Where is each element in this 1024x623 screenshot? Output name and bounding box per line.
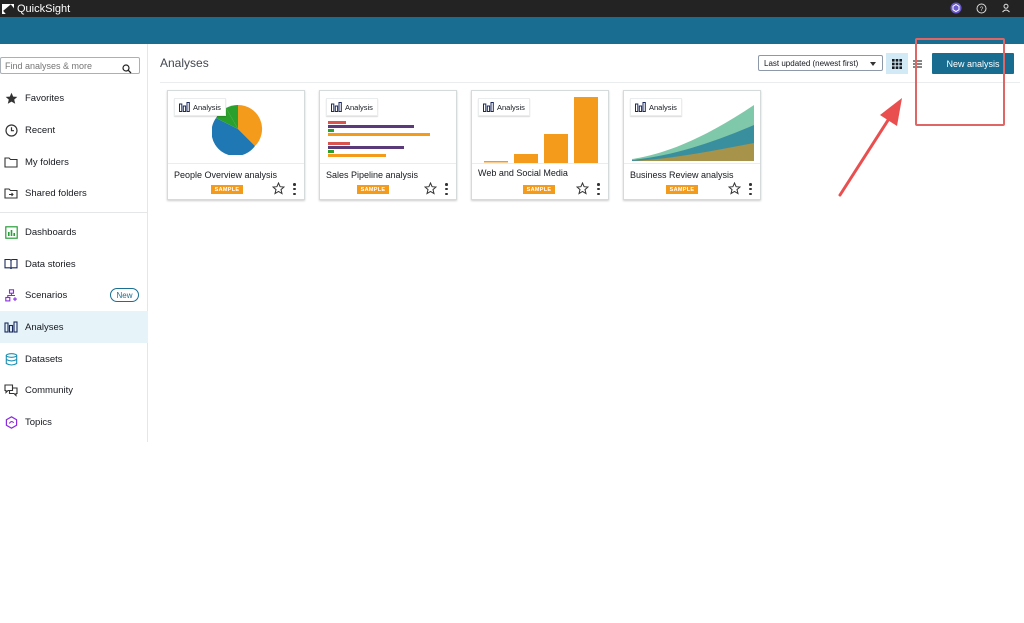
favorite-star-icon[interactable] bbox=[576, 182, 589, 195]
quicksight-logo-icon bbox=[2, 3, 14, 14]
clock-icon bbox=[4, 123, 18, 137]
sidebar-divider bbox=[0, 212, 147, 213]
search-icon[interactable] bbox=[122, 61, 132, 79]
sample-badge: SAMPLE bbox=[523, 185, 555, 194]
annotation-highlight-box bbox=[915, 38, 1005, 126]
sidebar-item-favorites[interactable]: Favorites bbox=[0, 82, 148, 114]
sidebar-item-analyses[interactable]: Analyses bbox=[0, 311, 148, 343]
type-label: Analysis bbox=[345, 102, 373, 112]
sidebar: Favorites Recent My folders Shared folde… bbox=[0, 44, 148, 442]
sidebar-item-recent[interactable]: Recent bbox=[0, 114, 148, 146]
scenario-icon bbox=[4, 288, 18, 302]
card-title: People Overview analysis bbox=[174, 170, 278, 180]
help-icon[interactable]: ? bbox=[975, 2, 987, 14]
sample-badge: SAMPLE bbox=[357, 185, 389, 194]
app-logo[interactable]: QuickSight bbox=[2, 3, 70, 15]
sample-badge: SAMPLE bbox=[211, 185, 243, 194]
card-thumbnail: Analysis bbox=[168, 91, 304, 163]
sidebar-item-data-stories[interactable]: Data stories bbox=[0, 248, 148, 280]
topic-icon bbox=[4, 415, 18, 429]
page-title: Analyses bbox=[160, 56, 209, 70]
card-title: Web and Social Media bbox=[478, 168, 568, 178]
search-box bbox=[0, 57, 140, 74]
sidebar-item-label: Dashboards bbox=[25, 226, 77, 238]
type-label: Analysis bbox=[497, 102, 525, 112]
dataset-icon bbox=[4, 352, 18, 366]
type-chip: Analysis bbox=[478, 98, 530, 116]
bar-thumbnail bbox=[328, 121, 430, 157]
sidebar-item-topics[interactable]: Topics bbox=[0, 406, 148, 438]
sidebar-item-shared-folders[interactable]: Shared folders bbox=[0, 177, 148, 209]
annotation-arrow-icon bbox=[838, 98, 902, 197]
type-label: Analysis bbox=[193, 102, 221, 112]
analysis-card[interactable]: Analysis People Overview analysis SAMPLE bbox=[167, 90, 305, 200]
header-divider bbox=[160, 82, 1020, 83]
assistant-icon[interactable] bbox=[950, 2, 962, 14]
analysis-card[interactable]: Analysis Sales Pipeline analysis SAMPLE bbox=[319, 90, 457, 200]
analysis-icon bbox=[331, 102, 342, 112]
new-badge: New bbox=[110, 288, 139, 302]
card-title: Sales Pipeline analysis bbox=[326, 170, 419, 180]
sidebar-item-label: Recent bbox=[25, 124, 56, 136]
card-thumbnail: Analysis bbox=[624, 91, 760, 163]
favorite-star-icon[interactable] bbox=[272, 182, 285, 195]
favorite-star-icon[interactable] bbox=[728, 182, 741, 195]
sidebar-item-label: Topics bbox=[25, 416, 52, 428]
analysis-icon bbox=[483, 102, 494, 112]
more-options-icon[interactable] bbox=[445, 183, 449, 195]
brand-banner bbox=[0, 17, 1024, 44]
analysis-card[interactable]: Analysis Business Review analysis SAMPLE bbox=[623, 90, 761, 200]
folder-icon bbox=[4, 155, 18, 169]
card-divider bbox=[168, 163, 304, 164]
type-label: Analysis bbox=[649, 102, 677, 112]
card-thumbnail: Analysis bbox=[472, 91, 608, 163]
sidebar-item-label: My folders bbox=[25, 156, 69, 168]
sidebar-item-label: Analyses bbox=[25, 321, 64, 333]
sidebar-item-label: Community bbox=[25, 384, 74, 396]
svg-text:?: ? bbox=[979, 6, 983, 13]
sidebar-item-dashboards[interactable]: Dashboards bbox=[0, 216, 148, 248]
sample-badge: SAMPLE bbox=[666, 185, 698, 194]
type-chip: Analysis bbox=[174, 98, 226, 116]
sidebar-item-label: Favorites bbox=[25, 92, 65, 104]
card-thumbnail: Analysis bbox=[320, 91, 456, 163]
card-divider bbox=[320, 163, 456, 164]
caret-down-icon bbox=[870, 62, 876, 66]
sidebar-item-datasets[interactable]: Datasets bbox=[0, 343, 148, 375]
dashboard-icon bbox=[4, 225, 18, 239]
more-options-icon[interactable] bbox=[293, 183, 297, 195]
app-name: QuickSight bbox=[17, 2, 71, 15]
search-input[interactable] bbox=[5, 60, 120, 71]
sidebar-item-label: Shared folders bbox=[25, 187, 87, 199]
star-icon bbox=[4, 91, 18, 105]
analysis-icon bbox=[4, 320, 18, 334]
grid-view-button[interactable] bbox=[886, 53, 908, 74]
card-title: Business Review analysis bbox=[630, 170, 734, 180]
user-icon[interactable] bbox=[1000, 2, 1012, 14]
card-divider bbox=[624, 163, 760, 164]
chat-icon bbox=[4, 383, 18, 397]
type-chip: Analysis bbox=[326, 98, 378, 116]
analysis-icon bbox=[635, 102, 646, 112]
sidebar-item-label: Scenarios bbox=[25, 289, 68, 301]
card-divider bbox=[472, 163, 608, 164]
type-chip: Analysis bbox=[630, 98, 682, 116]
sort-dropdown[interactable]: Last updated (newest first) bbox=[758, 55, 883, 71]
more-options-icon[interactable] bbox=[749, 183, 753, 195]
sidebar-item-scenarios[interactable]: Scenarios New bbox=[0, 279, 148, 311]
analysis-icon bbox=[179, 102, 190, 112]
sidebar-item-my-folders[interactable]: My folders bbox=[0, 146, 148, 178]
sort-selected-value: Last updated (newest first) bbox=[764, 58, 859, 68]
sidebar-item-label: Datasets bbox=[25, 353, 63, 365]
book-icon bbox=[4, 257, 18, 271]
top-bar: QuickSight ? bbox=[0, 0, 1024, 17]
shared-folder-icon bbox=[4, 186, 18, 200]
grid-icon bbox=[892, 58, 902, 69]
analysis-card[interactable]: Analysis Web and Social Media SAMPLE bbox=[471, 90, 609, 200]
favorite-star-icon[interactable] bbox=[424, 182, 437, 195]
more-options-icon[interactable] bbox=[597, 183, 601, 195]
sidebar-item-community[interactable]: Community bbox=[0, 374, 148, 406]
sidebar-item-label: Data stories bbox=[25, 258, 76, 270]
